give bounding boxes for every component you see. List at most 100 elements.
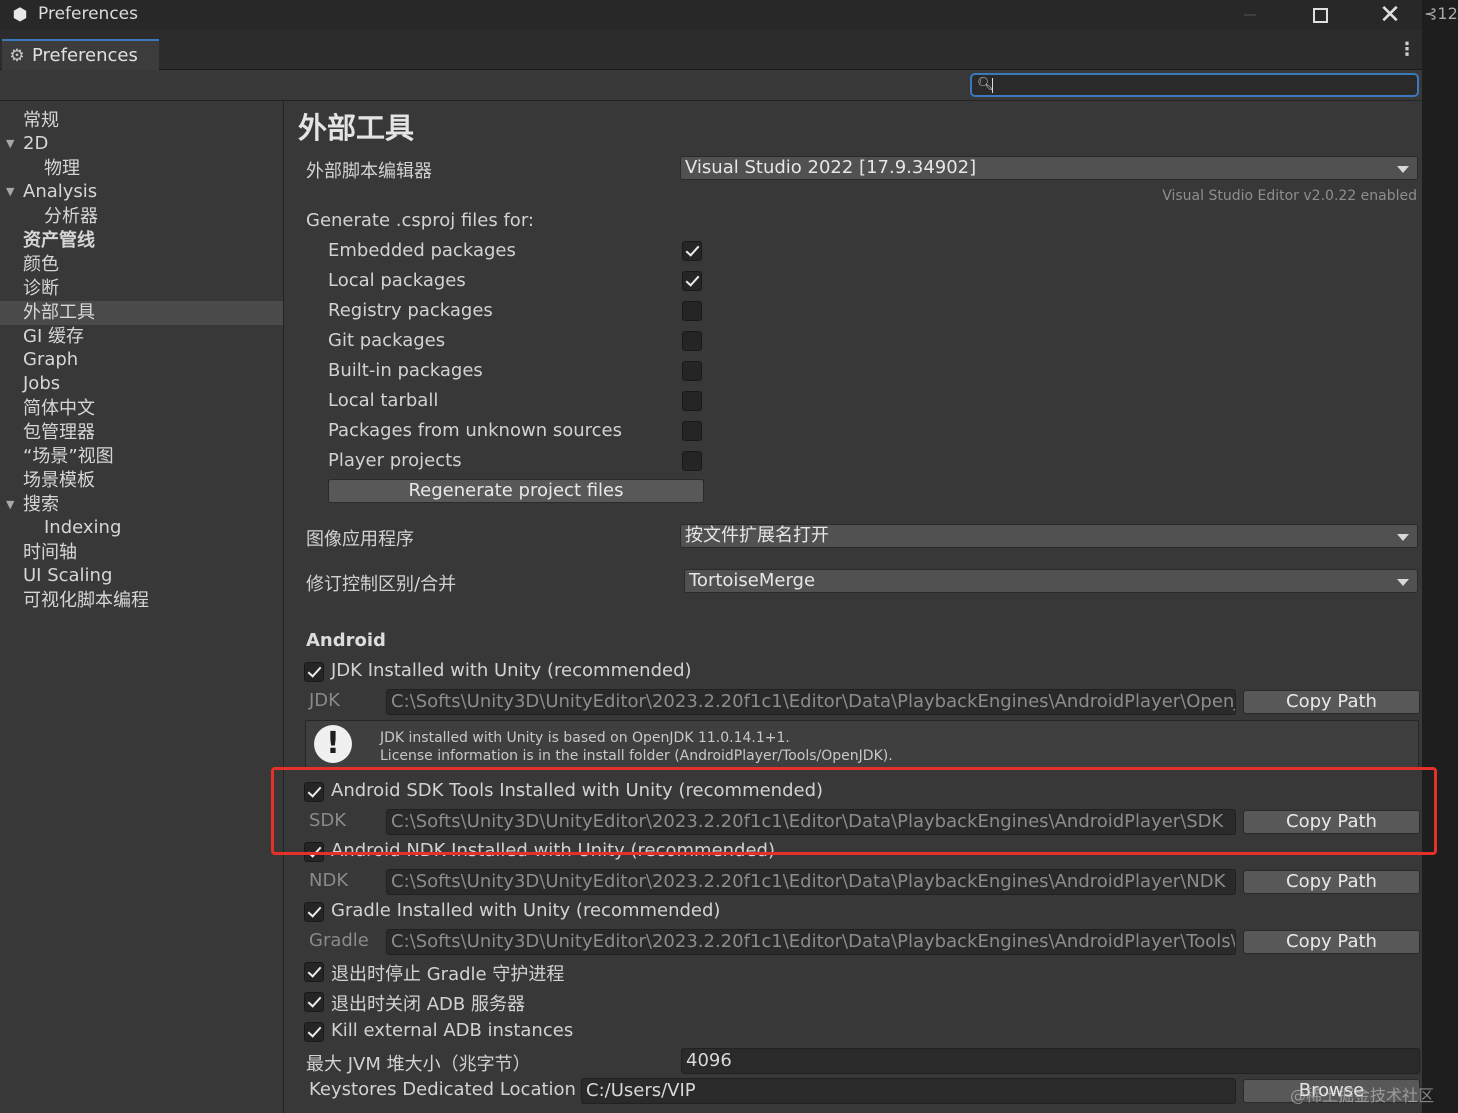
csproj-heading: Generate .csproj files for: (306, 210, 534, 231)
more-options-icon[interactable]: ⋮ (1397, 40, 1417, 62)
maximize-button[interactable] (1290, 0, 1350, 30)
sidebar-item-colors[interactable]: 颜色 (0, 253, 283, 277)
editor-version-note: Visual Studio Editor v2.0.22 enabled (1162, 188, 1417, 204)
gradle-copy-path-button[interactable]: Copy Path (1243, 930, 1420, 954)
jdk-info-line-1: JDK installed with Unity is based on Ope… (380, 730, 790, 746)
jdk-installed-label: JDK Installed with Unity (recommended) (331, 660, 692, 681)
ndk-installed-label: Android NDK Installed with Unity (recomm… (331, 840, 776, 861)
sidebar-item-language[interactable]: 简体中文 (0, 397, 283, 421)
player-projects-checkbox[interactable] (682, 451, 702, 471)
minimize-button[interactable]: — (1220, 0, 1280, 30)
local-tarball-checkbox[interactable] (682, 391, 702, 411)
sdk-installed-label: Android SDK Tools Installed with Unity (… (331, 780, 824, 801)
close-button[interactable]: ✕ (1360, 0, 1420, 30)
close-icon: ✕ (1379, 0, 1401, 30)
expand-arrow-icon[interactable]: ▼ (6, 180, 14, 204)
unknown-sources-checkbox[interactable] (682, 421, 702, 441)
sidebar-item-gi-cache[interactable]: GI 缓存 (0, 325, 283, 349)
image-app-label: 图像应用程序 (306, 529, 414, 550)
tab-label: Preferences (32, 45, 138, 66)
text-caret (992, 78, 993, 93)
revision-control-dropdown[interactable]: TortoiseMerge (684, 569, 1418, 593)
registry-packages-label: Registry packages (328, 300, 493, 321)
jdk-copy-path-button[interactable]: Copy Path (1243, 690, 1420, 714)
sdk-installed-checkbox[interactable] (304, 782, 324, 802)
sidebar-item-analysis[interactable]: ▼ Analysis (0, 180, 283, 204)
expand-arrow-icon[interactable]: ▼ (6, 132, 14, 156)
ndk-label: NDK (309, 870, 349, 891)
builtin-packages-checkbox[interactable] (682, 361, 702, 381)
revision-control-value: TortoiseMerge (689, 570, 816, 591)
local-packages-label: Local packages (328, 270, 466, 291)
sidebar-item-profiler[interactable]: 分析器 (0, 205, 283, 229)
sidebar-item-scene-view[interactable]: “场景”视图 (0, 445, 283, 469)
sidebar-item-package-manager[interactable]: 包管理器 (0, 421, 283, 445)
chevron-down-icon (1397, 579, 1409, 586)
sidebar-item-2d[interactable]: ▼ 2D (0, 132, 283, 156)
keystore-location-label: Keystores Dedicated Location (309, 1079, 576, 1100)
chevron-down-icon (1397, 534, 1409, 541)
git-packages-checkbox[interactable] (682, 331, 702, 351)
kill-adb-instances-checkbox[interactable] (304, 1022, 324, 1042)
tab-preferences[interactable]: ⚙ Preferences (2, 39, 159, 70)
sidebar-item-jobs[interactable]: Jobs (0, 372, 283, 396)
ndk-installed-checkbox[interactable] (304, 842, 324, 862)
sidebar-item-search[interactable]: ▼ 搜索 (0, 493, 283, 517)
sidebar-item-external-tools[interactable]: 外部工具 (0, 301, 283, 325)
regenerate-project-files-button[interactable]: Regenerate project files (328, 479, 704, 503)
local-packages-checkbox[interactable] (682, 271, 702, 291)
script-editor-value: Visual Studio 2022 [17.9.34902] (685, 157, 977, 178)
kill-adb-instances-label: Kill external ADB instances (331, 1020, 574, 1041)
sidebar-item-asset-pipeline[interactable]: 资产管线 (0, 229, 283, 253)
sidebar-item-timeline[interactable]: 时间轴 (0, 541, 283, 565)
unity-logo-icon: ⬢ (12, 5, 28, 25)
jdk-path-field[interactable]: C:\Softs\Unity3D\UnityEditor\2023.2.20f1… (386, 689, 1236, 715)
sidebar: 常规 ▼ 2D 物理 ▼ Analysis 分析器 资产管线 颜色 诊断 外部工具 … (0, 101, 284, 1113)
chevron-down-icon (1397, 166, 1409, 173)
script-editor-label: 外部脚本编辑器 (306, 161, 432, 182)
ndk-copy-path-button[interactable]: Copy Path (1243, 870, 1420, 894)
unknown-sources-label: Packages from unknown sources (328, 420, 622, 441)
image-app-dropdown[interactable]: 按文件扩展名打开 (680, 524, 1418, 548)
local-tarball-label: Local tarball (328, 390, 439, 411)
sdk-label: SDK (309, 810, 347, 831)
script-editor-dropdown[interactable]: Visual Studio 2022 [17.9.34902] (680, 156, 1418, 180)
warning-icon: ! (314, 725, 352, 763)
jdk-installed-checkbox[interactable] (304, 662, 324, 682)
tab-bar: ⚙ Preferences ⋮ (0, 30, 1422, 70)
gradle-installed-checkbox[interactable] (304, 902, 324, 922)
sdk-path-field[interactable]: C:\Softs\Unity3D\UnityEditor\2023.2.20f1… (386, 809, 1236, 835)
embedded-packages-checkbox[interactable] (682, 241, 702, 261)
builtin-packages-label: Built-in packages (328, 360, 483, 381)
stop-gradle-daemons-label: 退出时停止 Gradle 守护进程 (331, 964, 565, 985)
jdk-info-box: ! JDK installed with Unity is based on O… (305, 720, 1419, 768)
sidebar-item-indexing[interactable]: Indexing (0, 516, 283, 540)
gradle-path-field[interactable]: C:\Softs\Unity3D\UnityEditor\2023.2.20f1… (386, 929, 1236, 955)
keystore-location-input[interactable]: C:/Users/VIP (581, 1078, 1236, 1104)
jvm-heap-label: 最大 JVM 堆大小（兆字节） (306, 1054, 531, 1075)
sidebar-item-ui-scaling[interactable]: UI Scaling (0, 564, 283, 588)
watermark: @稀土掘金技术社区 (1290, 1086, 1435, 1105)
sidebar-item-diagnostics[interactable]: 诊断 (0, 277, 283, 301)
jdk-info-line-2: License information is in the install fo… (380, 748, 893, 764)
registry-packages-checkbox[interactable] (682, 301, 702, 321)
sidebar-item-scene-template[interactable]: 场景模板 (0, 469, 283, 493)
close-adb-server-label: 退出时关闭 ADB 服务器 (331, 994, 525, 1015)
sidebar-item-graph[interactable]: Graph (0, 348, 283, 372)
page-title: 外部工具 (298, 111, 415, 145)
gradle-label: Gradle (309, 930, 369, 951)
jvm-heap-input[interactable]: 4096 (681, 1048, 1420, 1074)
gear-icon: ⚙ (9, 45, 25, 66)
search-input[interactable]: 🔍︎ (970, 73, 1419, 97)
sdk-copy-path-button[interactable]: Copy Path (1243, 810, 1420, 834)
sidebar-item-visual-scripting[interactable]: 可视化脚本编程 (0, 589, 283, 613)
close-adb-server-checkbox[interactable] (304, 992, 324, 1012)
stop-gradle-daemons-checkbox[interactable] (304, 962, 324, 982)
title-bar: ⬢ Preferences — ✕ (0, 0, 1422, 30)
expand-arrow-icon[interactable]: ▼ (6, 493, 14, 517)
sidebar-item-general[interactable]: 常规 (0, 109, 283, 133)
window-title: Preferences (38, 4, 138, 24)
embedded-packages-label: Embedded packages (328, 240, 516, 261)
ndk-path-field[interactable]: C:\Softs\Unity3D\UnityEditor\2023.2.20f1… (386, 869, 1236, 895)
sidebar-item-physics[interactable]: 物理 (0, 157, 283, 181)
